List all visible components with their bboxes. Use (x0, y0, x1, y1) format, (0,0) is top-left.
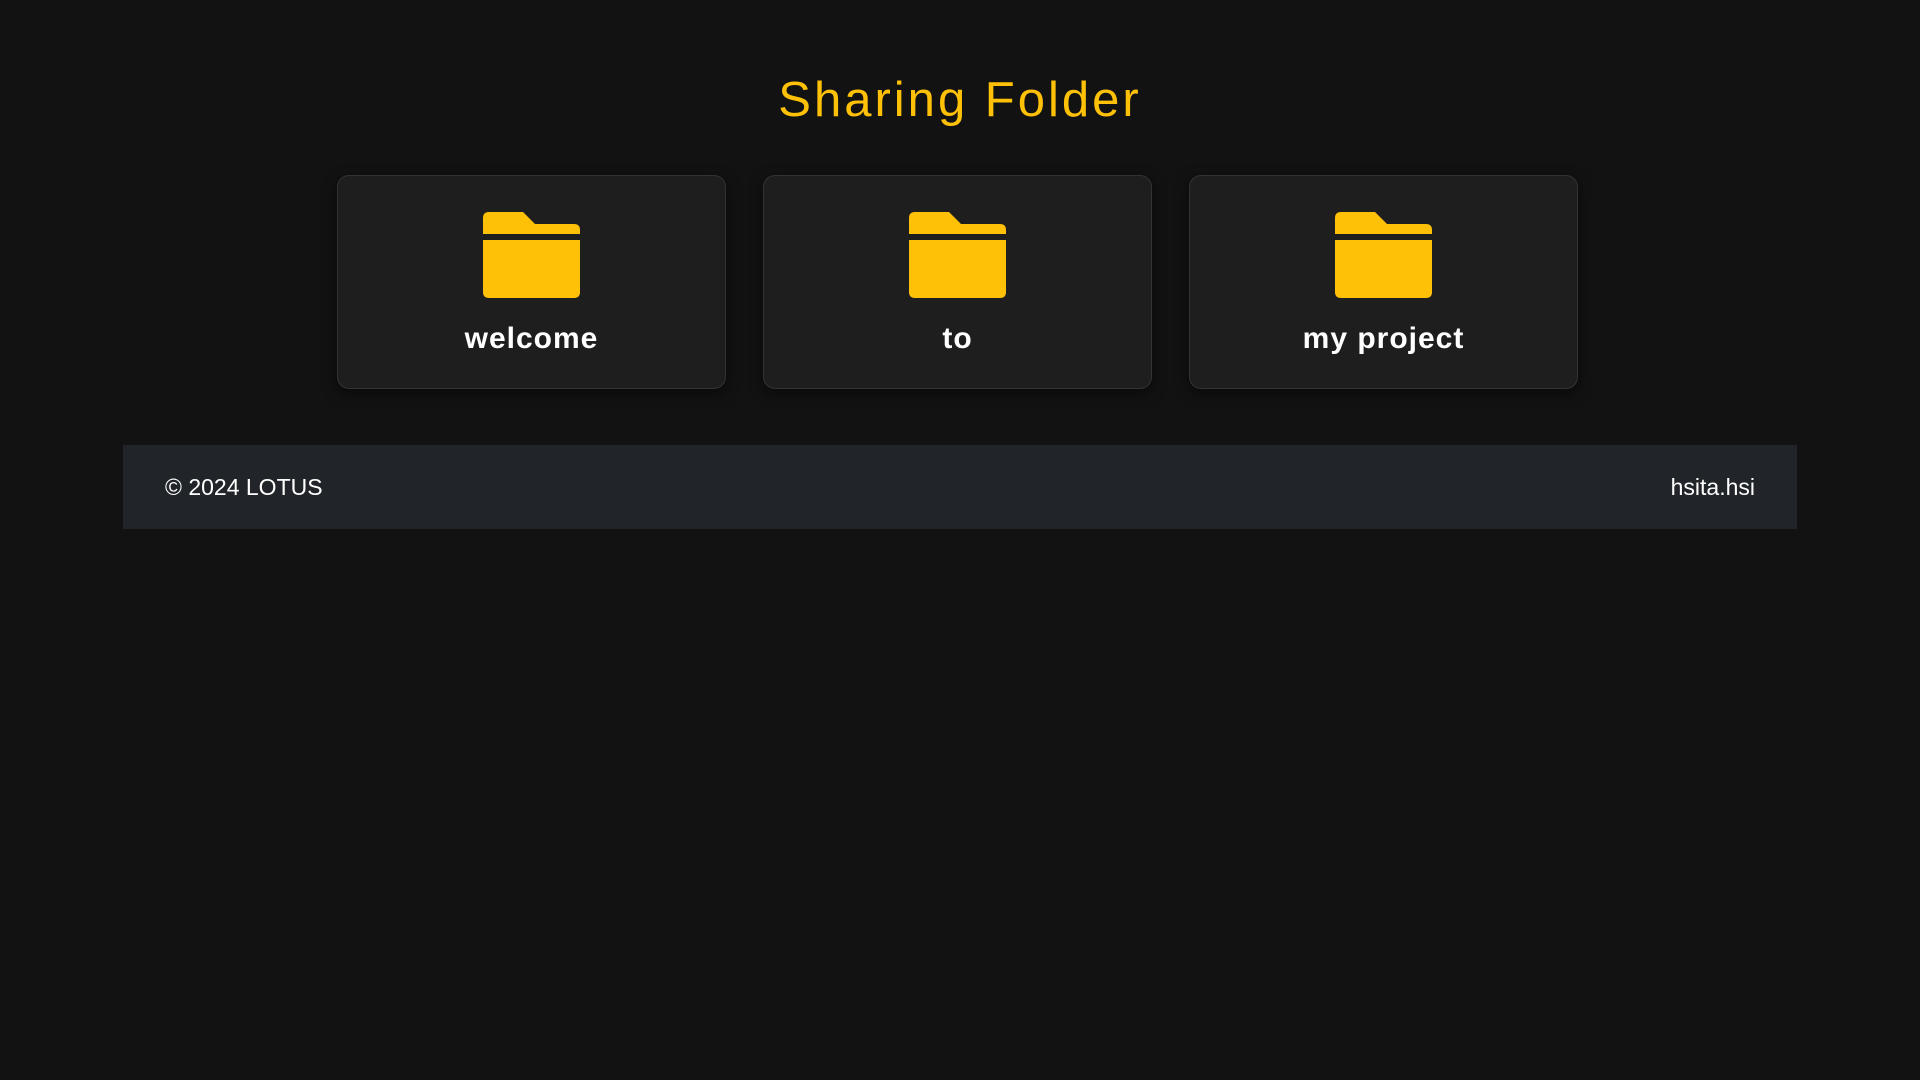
page-title: Sharing Folder (778, 73, 1142, 127)
folder-icon (1335, 212, 1432, 298)
folder-card-my-project[interactable]: my project (1189, 175, 1578, 389)
folder-card-to[interactable]: to (763, 175, 1152, 389)
folder-icon (483, 212, 580, 298)
page: Sharing Folder welcome to my project © 2… (0, 0, 1920, 1080)
folder-card-welcome[interactable]: welcome (337, 175, 726, 389)
folder-icon (909, 212, 1006, 298)
folder-label: to (942, 322, 973, 355)
folder-grid: welcome to my project (337, 175, 1578, 389)
footer: © 2024 LOTUS hsita.hsi (123, 445, 1797, 529)
folder-label: welcome (464, 322, 599, 355)
footer-credit: hsita.hsi (1670, 473, 1755, 500)
folder-label: my project (1302, 322, 1465, 355)
copyright-text: © 2024 LOTUS (165, 473, 323, 500)
